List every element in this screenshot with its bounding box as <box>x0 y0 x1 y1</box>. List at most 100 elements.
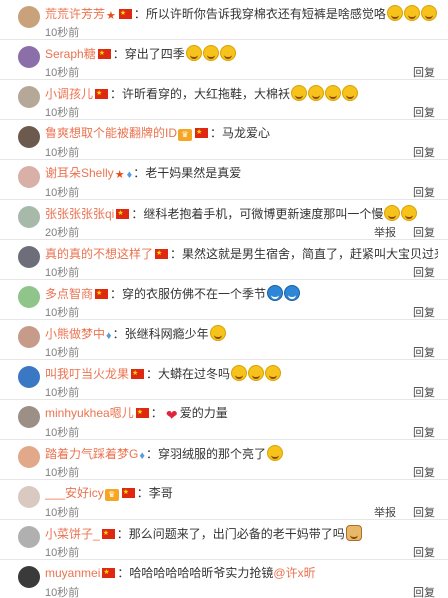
timestamp: 10秒前 <box>45 107 80 119</box>
colon-separator: ： <box>146 367 159 381</box>
comment-row: muyanmei ：哈哈哈哈哈哈昕爷实力抢镜@许x昕 10秒前 回复 <box>0 560 448 598</box>
laugh-emoji-icon <box>248 365 265 381</box>
timestamp: 10秒前 <box>45 67 80 79</box>
laugh-emoji-icon <box>265 365 282 381</box>
comment-line: 谢耳朵Shelly★ ♦：老干妈果然是真爱 <box>45 165 438 181</box>
report-link[interactable]: 举报 <box>374 224 396 240</box>
comment-line: muyanmei ：哈哈哈哈哈哈昕爷实力抢镜@许x昕 <box>45 565 438 581</box>
comment-row: ___安好icy♛ ：李哥 10秒前 举报 回复 <box>0 480 448 520</box>
colon-separator: ： <box>110 287 123 301</box>
timestamp: 10秒前 <box>45 347 80 359</box>
comment-row: 多点智商 ：穿的衣服仿佛不在一个季节 10秒前 回复 <box>0 280 448 320</box>
reply-link[interactable]: 回复 <box>413 304 435 320</box>
username-link[interactable]: ___安好icy <box>45 486 104 500</box>
username-link[interactable]: 小调孩儿 <box>45 87 93 101</box>
avatar[interactable] <box>18 126 40 148</box>
username-link[interactable]: 多点智商 <box>45 287 93 301</box>
reply-link[interactable]: 回复 <box>413 584 435 598</box>
colon-separator: ： <box>170 247 183 261</box>
username-link[interactable]: 谢耳朵Shelly <box>45 166 114 180</box>
laugh-emoji-icon <box>219 45 236 61</box>
avatar[interactable] <box>18 166 40 188</box>
star-badge-icon: ★ <box>106 10 116 22</box>
reply-link[interactable]: 回复 <box>413 504 435 520</box>
avatar[interactable] <box>18 326 40 348</box>
reply-link[interactable]: 回复 <box>413 224 435 240</box>
username-link[interactable]: 荒荒许芳芳 <box>45 7 105 21</box>
level-badge-icon: ♛ <box>178 129 193 141</box>
username-link[interactable]: 鲁爽想取个能被翻牌的ID <box>45 126 177 140</box>
comment-text: 继科老抱着手机，可微博更新速度那叫一个慢 <box>143 207 384 221</box>
username-link[interactable]: minhyukhea嗯儿 <box>45 406 134 420</box>
comment-row: 踏着力气踩着梦G♦：穿羽绒服的那个亮了 10秒前 回复 <box>0 440 448 480</box>
laugh-emoji-icon <box>342 85 359 101</box>
comment-line: 踏着力气踩着梦G♦：穿羽绒服的那个亮了 <box>45 445 438 461</box>
colon-separator: ： <box>131 207 144 221</box>
laugh-emoji-icon <box>325 85 342 101</box>
comment-text: 那么问题来了，出门必备的老干妈带了吗 <box>128 527 345 541</box>
laugh-emoji-icon <box>308 85 325 101</box>
username-link[interactable]: 踏着力气踩着梦G <box>45 447 138 461</box>
avatar[interactable] <box>18 366 40 388</box>
username-link[interactable]: Seraph糖 <box>45 47 96 61</box>
username-link[interactable]: 张张张张张qi <box>45 207 114 221</box>
username-link[interactable]: 叫我叮当火龙果 <box>45 367 129 381</box>
avatar[interactable] <box>18 566 40 588</box>
china-flag-icon <box>121 485 135 501</box>
comment-line: 小菜饼子_ ：那么问题来了，出门必备的老干妈带了吗 <box>45 525 438 541</box>
colon-separator: ： <box>133 166 146 180</box>
reply-link[interactable]: 回复 <box>413 184 435 200</box>
colon-separator: ： <box>112 47 125 61</box>
comment-row: 小菜饼子_ ：那么问题来了，出门必备的老干妈带了吗 10秒前 回复 <box>0 520 448 560</box>
avatar[interactable] <box>18 286 40 308</box>
comment-row: 张张张张张qi ：继科老抱着手机，可微博更新速度那叫一个慢 20秒前 举报 回复 <box>0 200 448 240</box>
avatar[interactable] <box>18 526 40 548</box>
reply-link[interactable]: 回复 <box>413 144 435 160</box>
comment-text: 哈哈哈哈哈哈昕爷实力抢镜 <box>129 566 274 580</box>
china-flag-icon <box>95 286 109 301</box>
reply-link[interactable]: 回复 <box>413 424 435 440</box>
avatar[interactable] <box>18 6 40 28</box>
comment-text: 张继科网瘾少年 <box>124 327 209 341</box>
reply-link[interactable]: 回复 <box>413 464 435 480</box>
reply-link[interactable]: 回复 <box>413 104 435 120</box>
username-link[interactable]: muyanmei <box>45 566 100 580</box>
avatar[interactable] <box>18 446 40 468</box>
avatar[interactable] <box>18 246 40 268</box>
avatar[interactable] <box>18 206 40 228</box>
comment-text: 爱的力量 <box>179 406 228 420</box>
laugh-emoji-icon <box>420 5 437 21</box>
comment-text: 果然这就是男生宿舍，简直了，赶紧叫大宝贝过来给你们理一理 <box>182 247 438 261</box>
username-link[interactable]: 小熊做梦中 <box>45 327 105 341</box>
avatar[interactable] <box>18 46 40 68</box>
china-flag-icon <box>155 246 169 261</box>
mention-link[interactable]: @许x昕 <box>273 566 315 580</box>
comment-row: 小熊做梦中♦：张继科网瘾少年 10秒前 回复 <box>0 320 448 360</box>
laugh-emoji-icon <box>202 45 219 61</box>
timestamp: 10秒前 <box>45 427 80 439</box>
avatar[interactable] <box>18 406 40 428</box>
reply-link[interactable]: 回复 <box>413 344 435 360</box>
doraemon-emoji-icon <box>267 285 284 301</box>
comment-row: 小调孩儿 ：许昕看穿的，大红拖鞋，大棉袄 10秒前 回复 <box>0 80 448 120</box>
timestamp: 10秒前 <box>45 547 80 559</box>
drop-badge-icon: ♦ <box>139 450 145 462</box>
comment-row: Seraph糖 ：穿出了四季 10秒前 回复 <box>0 40 448 80</box>
report-link[interactable]: 举报 <box>374 504 396 520</box>
comment-line: 小调孩儿 ：许昕看穿的，大红拖鞋，大棉袄 <box>45 85 438 101</box>
reply-link[interactable]: 回复 <box>413 544 435 560</box>
reply-link[interactable]: 回复 <box>413 64 435 80</box>
comment-line: 荒荒许芳芳★ ：所以许昕你告诉我穿棉衣还有短裤是啥感觉咯 <box>45 5 438 21</box>
avatar[interactable] <box>18 86 40 108</box>
reply-link[interactable]: 回复 <box>413 384 435 400</box>
comment-line: 多点智商 ：穿的衣服仿佛不在一个季节 <box>45 285 438 301</box>
avatar[interactable] <box>18 486 40 508</box>
username-link[interactable]: 真的真的不想这样了 <box>45 247 153 261</box>
reply-link[interactable]: 回复 <box>413 264 435 280</box>
colon-separator: ： <box>150 406 163 420</box>
laugh-emoji-icon <box>403 5 420 21</box>
laugh-emoji-icon <box>401 205 418 221</box>
username-link[interactable]: 小菜饼子_ <box>45 527 100 541</box>
comment-row: 谢耳朵Shelly★ ♦：老干妈果然是真爱 10秒前 回复 <box>0 160 448 200</box>
laugh-emoji-icon <box>384 205 401 221</box>
